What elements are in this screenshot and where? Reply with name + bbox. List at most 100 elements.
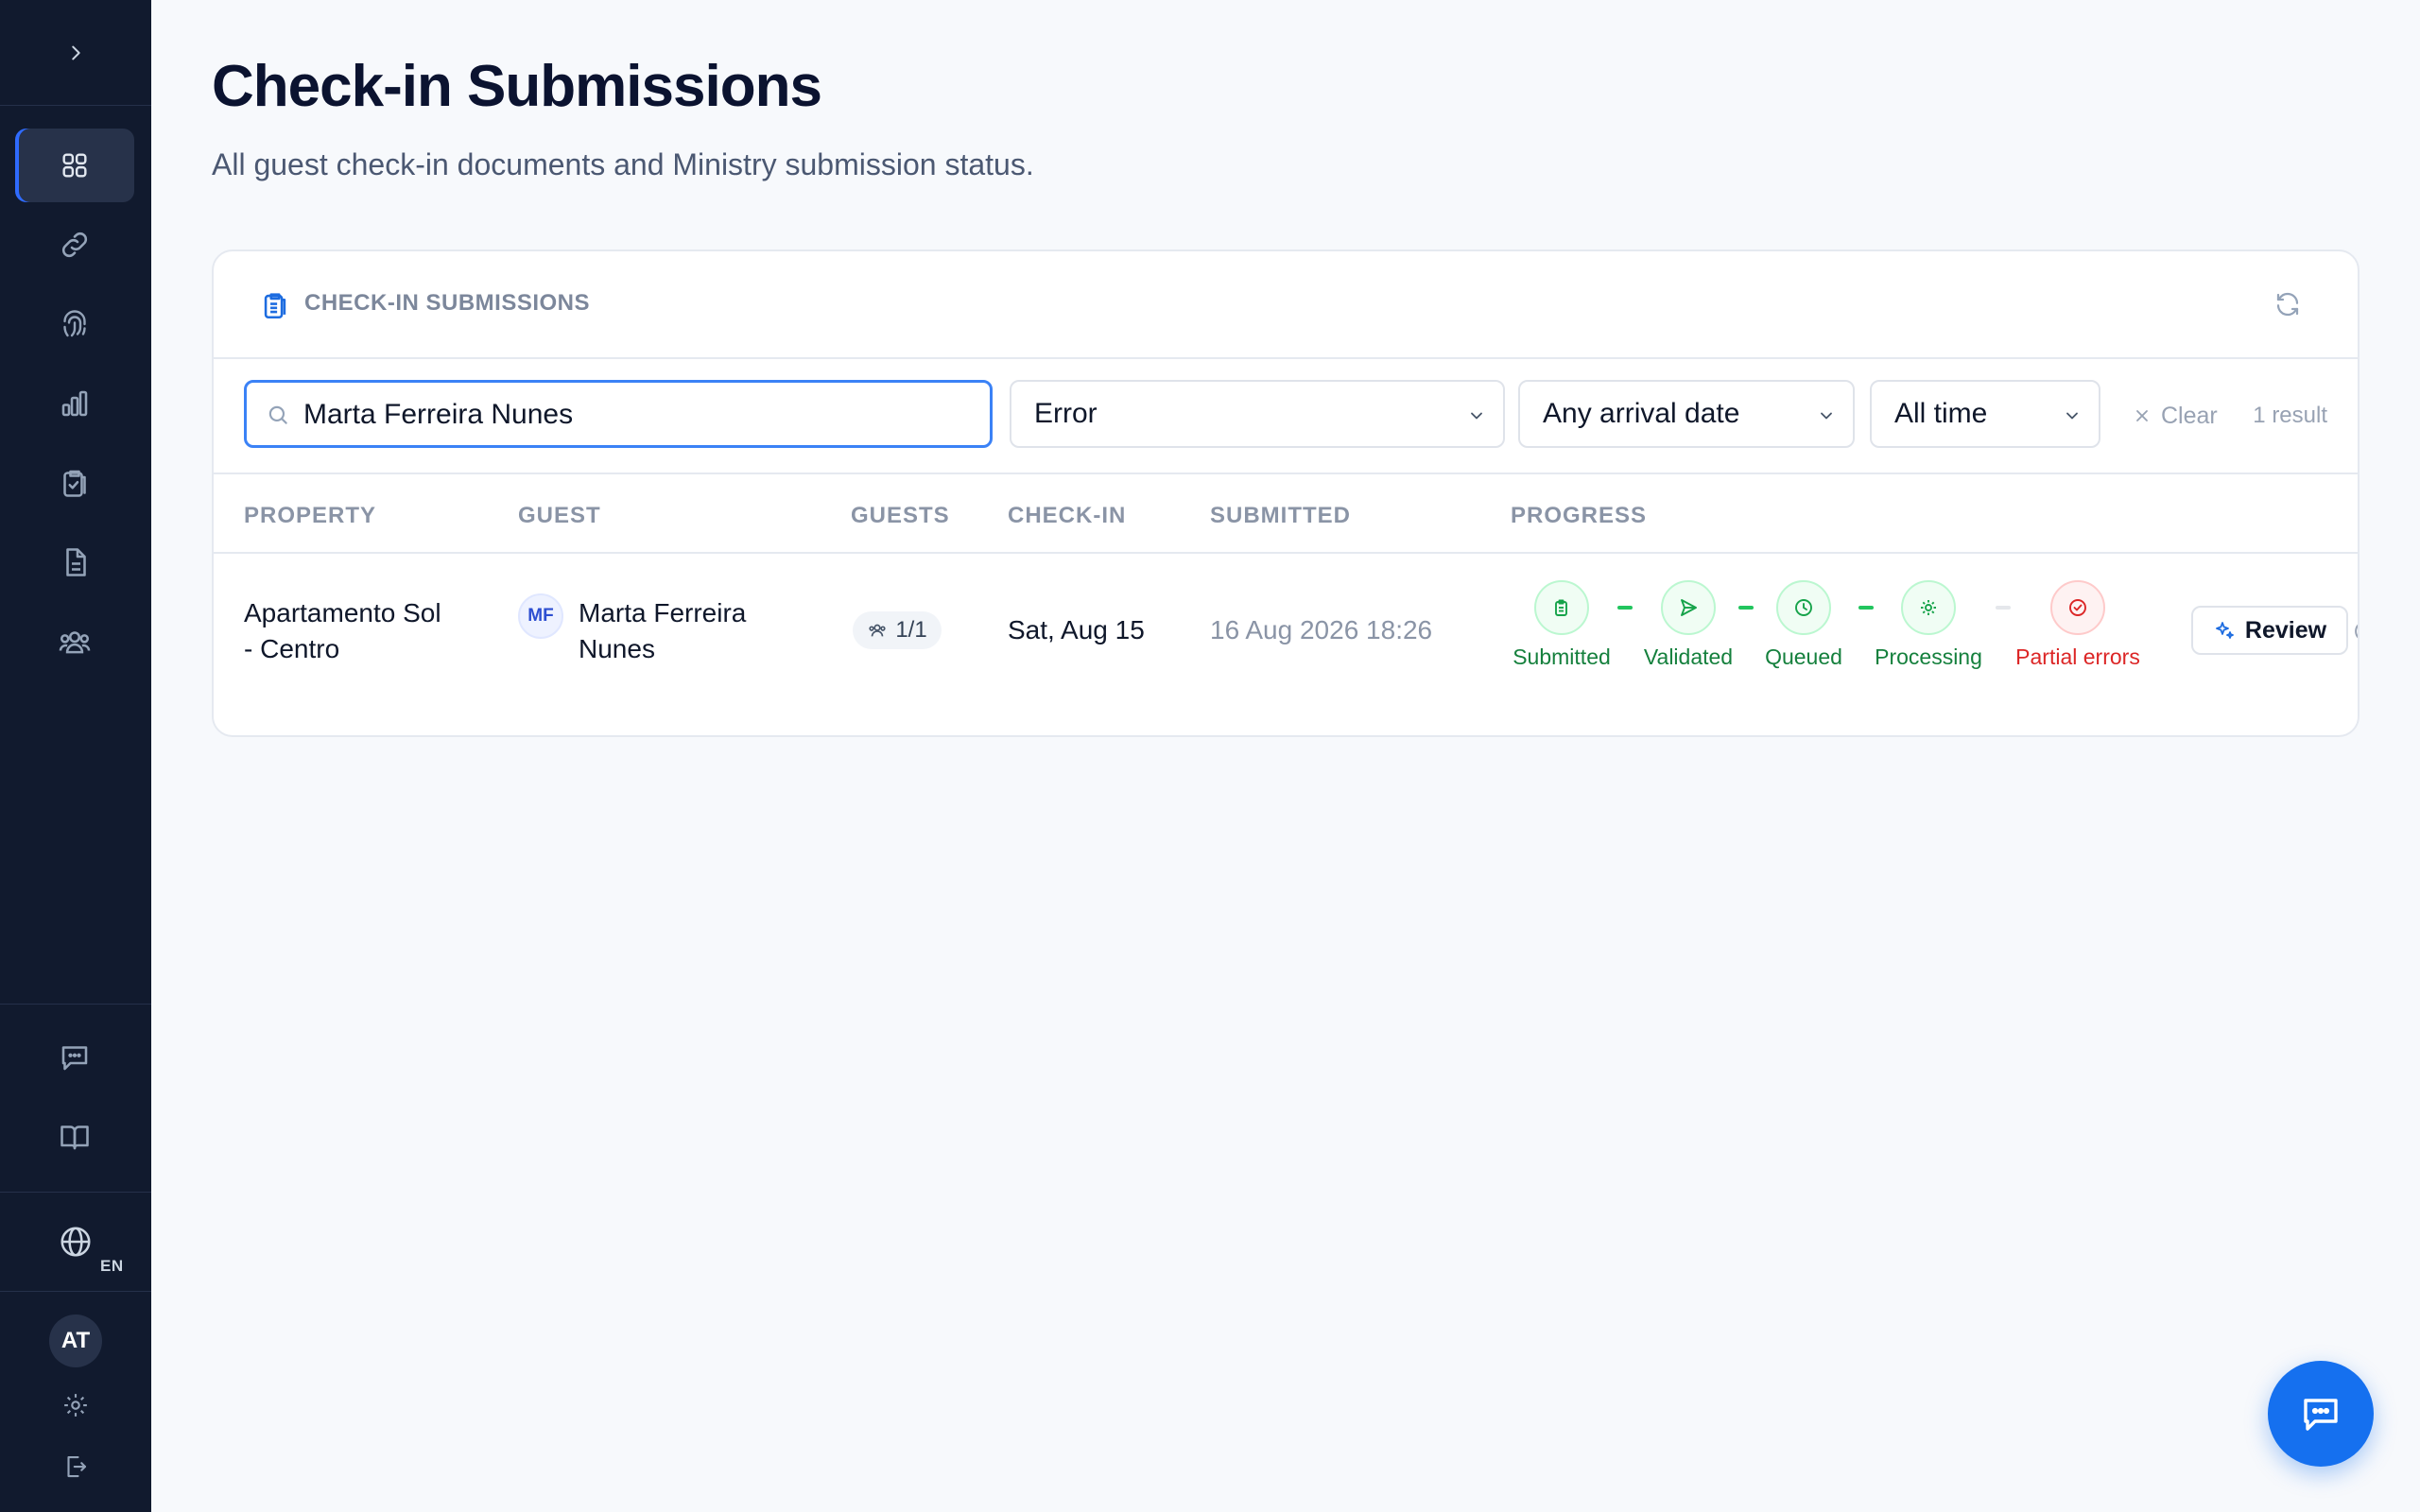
review-button-label: Review — [2244, 616, 2327, 644]
clipboard-icon — [1555, 599, 1567, 616]
clock-icon — [1795, 599, 1812, 616]
property-name-line2: - Centro — [244, 634, 340, 663]
result-count: 1 result — [2253, 403, 2327, 428]
check-circle-icon — [2069, 599, 2086, 616]
sidebar-item-support-chat[interactable] — [15, 1021, 134, 1094]
table-header: PROPERTY GUEST GUESTS CHECK-IN SUBMITTED… — [214, 476, 2358, 554]
guest-name-line1: Marta Ferreira — [579, 598, 747, 627]
progress-connector — [1738, 606, 1754, 610]
clear-filters-label: Clear — [2161, 402, 2218, 429]
language-switcher[interactable]: EN — [0, 1193, 151, 1291]
language-code: EN — [100, 1257, 124, 1275]
card-title: CHECK-IN SUBMISSIONS — [304, 290, 591, 316]
clipboard-check-icon — [63, 470, 86, 497]
period-filter-select[interactable]: All time — [1870, 380, 2100, 448]
step-indicator — [1901, 580, 1956, 635]
info-icon — [2355, 624, 2358, 639]
column-header-checkin: CHECK-IN — [1008, 503, 1127, 528]
property-cell: Apartamento Sol - Centro — [244, 595, 441, 667]
sidebar-item-analytics[interactable] — [15, 367, 134, 440]
sidebar-divider — [0, 1004, 151, 1005]
logout-icon — [67, 1455, 87, 1478]
progress-connector — [1996, 606, 2011, 610]
info-button[interactable] — [2352, 618, 2358, 649]
step-indicator — [2050, 580, 2105, 635]
review-button[interactable]: Review — [2191, 606, 2348, 655]
sidebar-item-dashboard[interactable] — [15, 129, 134, 202]
period-filter-value: All time — [1894, 398, 1988, 429]
chevron-right-icon — [72, 45, 80, 60]
chevron-down-icon — [2066, 412, 2078, 420]
sidebar-item-identity[interactable] — [15, 287, 134, 361]
column-header-guests: GUESTS — [851, 503, 950, 528]
submissions-card: CHECK-IN SUBMISSIONS Error Any arrival d… — [212, 249, 2360, 737]
card-header: CHECK-IN SUBMISSIONS — [214, 251, 2358, 359]
link-icon — [61, 232, 88, 258]
chat-fab-button[interactable] — [2268, 1361, 2374, 1467]
clipboard-list-icon — [264, 293, 286, 319]
users-icon — [59, 631, 91, 654]
progress-step-validated: Validated — [1636, 580, 1740, 670]
guest-avatar: MF — [518, 593, 563, 639]
globe-icon — [60, 1227, 91, 1257]
step-indicator — [1661, 580, 1716, 635]
user-avatar[interactable]: AT — [49, 1314, 102, 1367]
clear-filters-button[interactable]: Clear — [2133, 399, 2218, 433]
table-row[interactable]: Apartamento Sol - Centro MF Marta Ferrei… — [214, 554, 2358, 705]
close-icon — [2136, 410, 2148, 421]
sidebar-item-documents[interactable] — [15, 525, 134, 599]
step-label: Partial errors — [2015, 644, 2140, 669]
chevron-down-icon — [1471, 412, 1482, 420]
search-box — [244, 380, 993, 448]
gear-icon — [1921, 600, 1936, 615]
bar-chart-icon — [61, 390, 88, 417]
refresh-icon — [2276, 292, 2299, 317]
sidebar-expand-button[interactable] — [0, 0, 151, 106]
search-input[interactable] — [303, 392, 965, 438]
arrival-date-filter-select[interactable]: Any arrival date — [1518, 380, 1855, 448]
sidebar-item-checkins[interactable] — [15, 446, 134, 520]
page-subtitle: All guest check-in documents and Ministr… — [212, 147, 1034, 181]
chat-icon — [2304, 1399, 2338, 1431]
chat-icon — [61, 1046, 88, 1071]
step-label: Submitted — [1512, 644, 1611, 669]
sidebar-item-team[interactable] — [15, 605, 134, 679]
fingerprint-icon — [63, 310, 86, 337]
grid-icon — [62, 153, 87, 178]
progress-step-queued: Queued — [1756, 580, 1851, 670]
column-header-progress: PROGRESS — [1511, 503, 1648, 528]
filter-bar: Error Any arrival date All time Clear 1 … — [214, 359, 2358, 474]
sidebar-item-links[interactable] — [15, 208, 134, 282]
step-indicator — [1776, 580, 1831, 635]
sparkles-icon — [2216, 622, 2234, 639]
step-label: Validated — [1643, 644, 1734, 669]
step-label: Queued — [1765, 644, 1842, 669]
submitted-date: 16 Aug 2026 18:26 — [1210, 615, 1433, 644]
gear-icon — [64, 1394, 87, 1417]
book-icon — [60, 1125, 89, 1150]
progress-connector — [1858, 606, 1874, 610]
logout-button[interactable] — [57, 1448, 95, 1486]
progress-step-submitted: Submitted — [1505, 580, 1618, 670]
progress-connector — [1617, 606, 1633, 610]
column-header-guest: GUEST — [518, 503, 601, 528]
page-title: Check-in Submissions — [212, 54, 822, 119]
progress-step-partial-errors: Partial errors — [2002, 580, 2153, 670]
sidebar-divider — [0, 1291, 151, 1292]
sidebar-item-guide[interactable] — [15, 1100, 134, 1174]
step-indicator — [1534, 580, 1589, 635]
settings-button[interactable] — [57, 1386, 95, 1424]
refresh-button[interactable] — [2271, 287, 2305, 321]
status-filter-value: Error — [1034, 398, 1098, 429]
document-icon — [66, 548, 86, 576]
step-label: Processing — [1875, 644, 1982, 669]
checkin-date: Sat, Aug 15 — [1008, 615, 1145, 644]
sidebar: EN AT — [0, 0, 151, 1512]
column-header-submitted: SUBMITTED — [1210, 503, 1351, 528]
status-filter-select[interactable]: Error — [1010, 380, 1505, 448]
guest-name-line2: Nunes — [579, 634, 655, 663]
guest-name-cell: Marta Ferreira Nunes — [579, 595, 746, 667]
guests-count-badge: 1/1 — [853, 611, 942, 649]
property-name-line1: Apartamento Sol — [244, 598, 441, 627]
search-icon — [268, 405, 287, 424]
